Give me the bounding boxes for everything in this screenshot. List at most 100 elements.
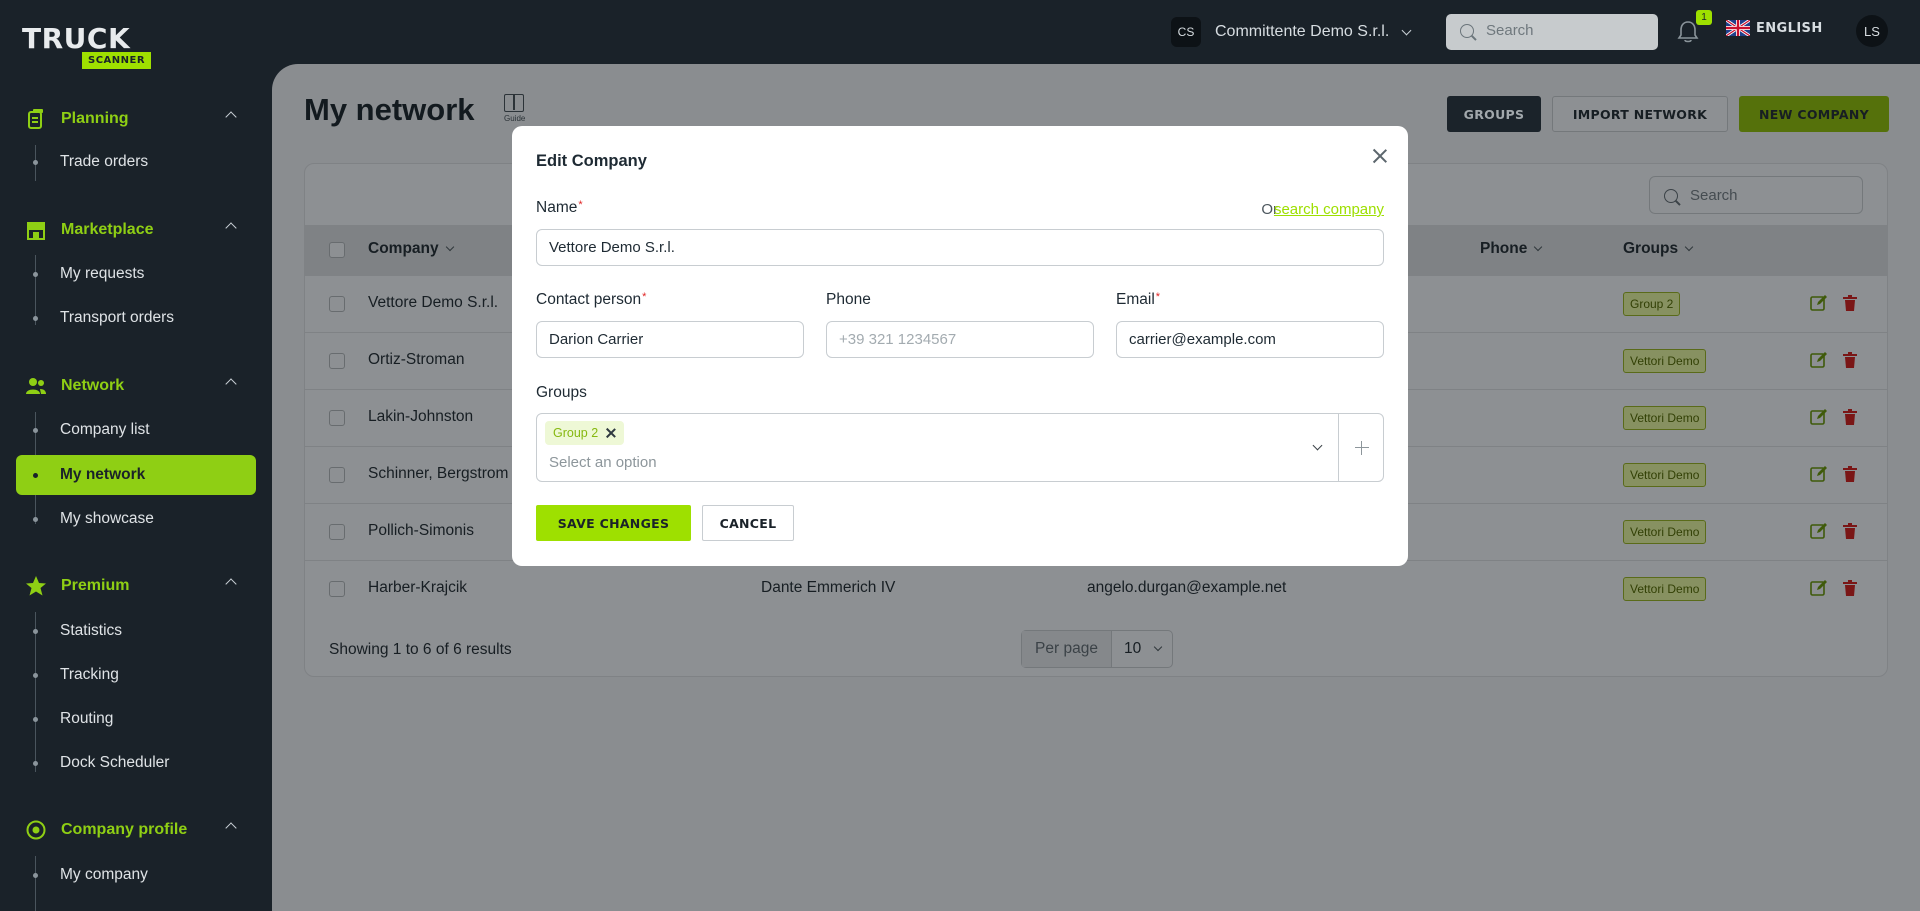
trash-icon[interactable] <box>1841 351 1859 369</box>
guide-button[interactable]: Guide <box>504 94 528 128</box>
cell-contact: Dante Emmerich IV <box>761 579 896 596</box>
phone-field[interactable] <box>826 321 1094 358</box>
import-network-button[interactable]: IMPORT NETWORK <box>1552 96 1728 132</box>
new-company-button[interactable]: NEW COMPANY <box>1739 96 1889 132</box>
uk-flag-icon <box>1726 20 1750 36</box>
cell-company: Ortiz-Stroman <box>368 351 465 368</box>
notification-count-badge: 1 <box>1696 10 1712 25</box>
logo-text: TRUCK <box>22 22 131 55</box>
chevron-down-icon <box>1154 642 1163 652</box>
column-header-groups[interactable]: Groups <box>1623 240 1694 258</box>
table-row[interactable]: Harber-Krajcik Dante Emmerich IV angelo.… <box>305 560 1887 617</box>
cell-company: Harber-Krajcik <box>368 579 468 596</box>
selected-group-label: Group 2 <box>553 426 599 440</box>
row-checkbox[interactable] <box>329 581 345 597</box>
trash-icon[interactable] <box>1841 579 1859 597</box>
divider <box>1338 414 1339 481</box>
sidebar-item-trade-orders[interactable]: Trade orders <box>16 142 256 182</box>
section-network[interactable]: Network <box>25 374 247 398</box>
global-search[interactable] <box>1446 14 1658 50</box>
section-company-profile[interactable]: Company profile <box>25 818 247 842</box>
groups-multiselect[interactable]: Group 2 Select an option <box>536 413 1384 482</box>
bullet <box>33 428 38 433</box>
row-checkbox[interactable] <box>329 353 345 369</box>
row-checkbox[interactable] <box>329 410 345 426</box>
edit-icon[interactable] <box>1810 465 1828 483</box>
trash-icon[interactable] <box>1841 465 1859 483</box>
sidebar-item-company-list[interactable]: Company list <box>16 410 256 450</box>
search-company-link[interactable]: search company <box>1274 201 1384 218</box>
store-icon <box>25 219 47 241</box>
language-selector[interactable]: ENGLISH <box>1726 20 1823 36</box>
edit-icon[interactable] <box>1810 408 1828 426</box>
cancel-button[interactable]: CANCEL <box>702 505 794 541</box>
sidebar-item-label: My company <box>60 866 148 883</box>
section-marketplace[interactable]: Marketplace <box>25 218 247 242</box>
group-badge: Vettori Demo <box>1623 520 1707 544</box>
edit-icon[interactable] <box>1810 351 1828 369</box>
trash-icon[interactable] <box>1841 522 1859 540</box>
section-premium[interactable]: Premium <box>25 574 247 598</box>
clipboard-icon <box>25 108 47 130</box>
edit-icon[interactable] <box>1810 522 1828 540</box>
bullet <box>33 272 38 277</box>
row-checkbox[interactable] <box>329 467 345 483</box>
sidebar-item-label: Transport orders <box>60 309 174 326</box>
chevron-down-icon[interactable] <box>1312 440 1323 451</box>
column-header-phone[interactable]: Phone <box>1480 240 1543 258</box>
email-field[interactable] <box>1116 321 1384 358</box>
table-search-placeholder: Search <box>1690 187 1738 204</box>
star-icon <box>25 575 47 597</box>
company-switcher[interactable]: CS Committente Demo S.r.l. <box>1171 17 1412 47</box>
sidebar-item-label: Company list <box>60 421 150 438</box>
save-changes-button[interactable]: SAVE CHANGES <box>536 505 691 541</box>
book-icon <box>504 94 524 112</box>
settings-icon <box>25 819 47 841</box>
row-checkbox[interactable] <box>329 296 345 312</box>
global-search-input[interactable] <box>1486 22 1646 39</box>
row-checkbox[interactable] <box>329 524 345 540</box>
column-header-company[interactable]: Company <box>368 240 454 258</box>
trash-icon[interactable] <box>1841 408 1859 426</box>
guide-label: Guide <box>504 114 526 123</box>
edit-icon[interactable] <box>1810 294 1828 312</box>
sidebar-item-my-requests[interactable]: My requests <box>16 254 256 294</box>
remove-tag-icon[interactable] <box>604 426 618 440</box>
cell-company: Vettore Demo S.r.l. <box>368 294 499 311</box>
modal-title: Edit Company <box>536 152 647 170</box>
sidebar-item-my-showcase[interactable]: My showcase <box>16 499 256 539</box>
sidebar-item-dock-scheduler[interactable]: Dock Scheduler <box>16 743 256 783</box>
contact-person-field[interactable] <box>536 321 804 358</box>
sidebar-item-transport-orders[interactable]: Transport orders <box>16 298 256 338</box>
chevron-up-icon <box>225 578 237 590</box>
selected-group-tag: Group 2 <box>545 421 625 445</box>
sidebar-item-my-network[interactable]: My network <box>16 455 256 495</box>
per-page-value[interactable]: 10 <box>1112 631 1172 667</box>
sidebar-item-my-company[interactable]: My company <box>16 855 256 895</box>
page-title: My network <box>304 92 475 127</box>
trash-icon[interactable] <box>1841 294 1859 312</box>
group-badge: Group 2 <box>1623 292 1681 316</box>
sidebar-item-routing[interactable]: Routing <box>16 699 256 739</box>
sidebar-item-label: Routing <box>60 710 114 727</box>
per-page-select[interactable]: Per page 10 <box>1021 630 1173 668</box>
edit-icon[interactable] <box>1810 579 1828 597</box>
cell-company: Pollich-Simonis <box>368 522 474 539</box>
groups-button[interactable]: GROUPS <box>1447 96 1541 132</box>
truck-scanner-logo[interactable]: TRUCK SCANNER <box>22 24 169 70</box>
groups-placeholder: Select an option <box>549 454 657 471</box>
header-label: Company <box>368 240 439 257</box>
search-icon <box>1460 24 1474 38</box>
select-all-checkbox[interactable] <box>329 242 345 258</box>
sidebar-item-tracking[interactable]: Tracking <box>16 655 256 695</box>
section-planning[interactable]: Planning <box>25 107 247 131</box>
user-avatar[interactable]: LS <box>1856 15 1888 47</box>
chevron-up-icon <box>225 822 237 834</box>
table-search[interactable]: Search <box>1649 176 1863 214</box>
close-icon[interactable] <box>1370 146 1390 166</box>
sidebar-item-statistics[interactable]: Statistics <box>16 611 256 651</box>
company-initials-badge: CS <box>1171 17 1201 47</box>
plus-icon[interactable] <box>1355 441 1369 455</box>
company-name-field[interactable] <box>536 229 1384 266</box>
sidebar-item-label: Statistics <box>60 622 123 639</box>
